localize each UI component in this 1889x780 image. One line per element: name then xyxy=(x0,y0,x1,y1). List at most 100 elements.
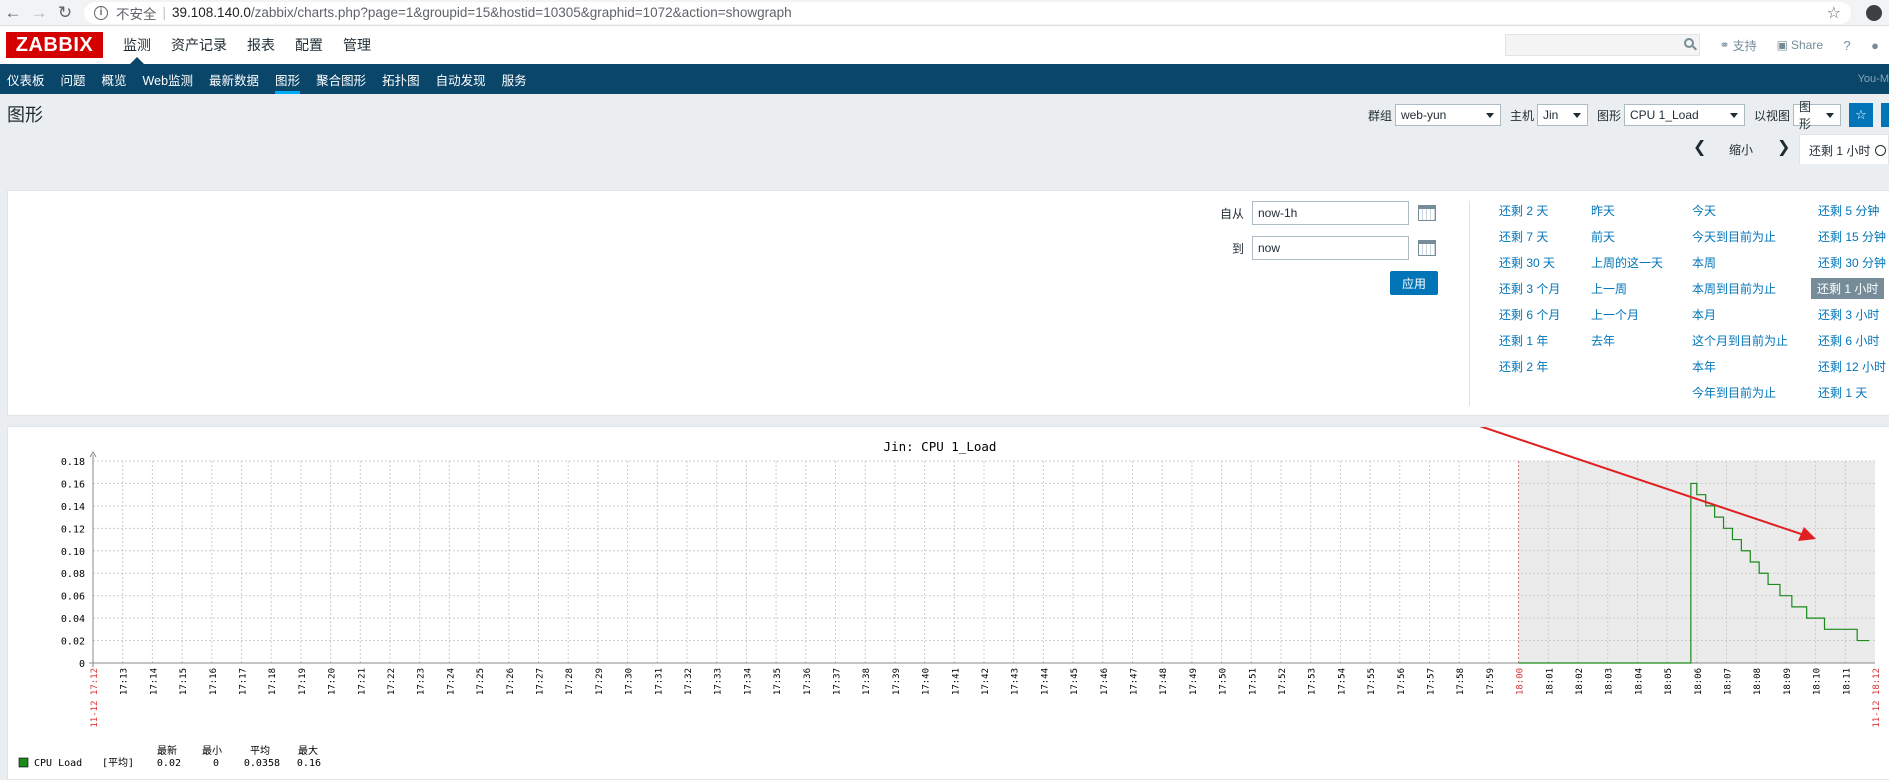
x-tick-label: 18:07 xyxy=(1724,668,1734,695)
to-input[interactable]: now xyxy=(1252,236,1409,260)
apply-button[interactable]: 应用 xyxy=(1390,271,1438,295)
x-tick-label: 17:54 xyxy=(1337,668,1347,695)
host-label: 主机 xyxy=(1509,108,1534,123)
quick-range[interactable]: 还剩 12 小时 xyxy=(1818,358,1886,375)
quick-range[interactable]: 还剩 6 个月 xyxy=(1499,306,1560,323)
from-label: 自从 xyxy=(1219,206,1244,221)
menu-inventory[interactable]: 资产记录 xyxy=(161,26,237,64)
subnav-dashboard[interactable]: 仪表板 xyxy=(0,64,53,94)
share-link[interactable]: ▣ Share xyxy=(1777,38,1823,52)
graph-panel: 17:13 17:14 17:15 17:16 17:17 17:18 17:19 17:20… xyxy=(7,426,1889,780)
time-tab-active[interactable]: 还剩 1 小时 xyxy=(1799,134,1889,164)
quick-range[interactable]: 还剩 6 小时 xyxy=(1818,332,1879,349)
back-icon[interactable]: ← xyxy=(0,0,26,26)
quick-range[interactable]: 今年到目前为止 xyxy=(1692,384,1776,401)
quick-range[interactable]: 今天到目前为止 xyxy=(1692,228,1776,245)
x-tick-label: 17:22 xyxy=(387,668,397,695)
quick-range[interactable]: 还剩 7 天 xyxy=(1499,228,1548,245)
calendar-icon[interactable] xyxy=(1418,240,1436,256)
forward-icon[interactable]: → xyxy=(26,0,52,26)
x-tick-label: 17:24 xyxy=(446,668,456,695)
x-tick-label: 18:03 xyxy=(1605,668,1615,695)
quick-range[interactable]: 还剩 2 天 xyxy=(1499,202,1548,219)
x-tick-label: 17:20 xyxy=(328,668,338,695)
quick-range[interactable]: 本周到目前为止 xyxy=(1692,280,1776,297)
quick-range[interactable]: 这个月到目前为止 xyxy=(1692,332,1788,349)
y-tick-label: 0.12 xyxy=(61,524,85,535)
zabbix-logo[interactable]: ZABBIX xyxy=(6,32,103,58)
menu-reports[interactable]: 报表 xyxy=(237,26,285,64)
quick-range[interactable]: 还剩 3 小时 xyxy=(1818,306,1879,323)
subnav-services[interactable]: 服务 xyxy=(494,64,535,94)
headset-icon: ⚭ xyxy=(1719,38,1730,52)
x-tick-label: 17:14 xyxy=(149,668,159,695)
x-tick-label: 17:53 xyxy=(1308,668,1318,695)
url-path: /zabbix/charts.php?page=1&groupid=15&hos… xyxy=(250,5,792,20)
bookmark-star-icon[interactable]: ☆ xyxy=(1827,3,1841,23)
subnav-latest-data[interactable]: 最新数据 xyxy=(201,64,267,94)
quick-range[interactable]: 还剩 3 个月 xyxy=(1499,280,1560,297)
x-start-label: 11-12 17:12 xyxy=(90,668,100,728)
from-input[interactable]: now-1h xyxy=(1252,201,1409,225)
menu-configuration[interactable]: 配置 xyxy=(285,26,333,64)
favorite-star-icon[interactable]: ☆ xyxy=(1849,103,1873,127)
search-input[interactable] xyxy=(1505,35,1699,55)
cpu-load-graph[interactable]: 17:13 17:14 17:15 17:16 17:17 17:18 17:19 17:20… xyxy=(8,427,1889,780)
fullscreen-button[interactable] xyxy=(1881,103,1889,127)
legend-header-max: 最大 xyxy=(298,744,318,757)
reload-icon[interactable]: ↻ xyxy=(52,0,78,26)
quick-range-selected[interactable]: 还剩 1 小时 xyxy=(1811,278,1885,299)
quick-range[interactable]: 还剩 15 分钟 xyxy=(1818,228,1886,245)
x-tick-label: 18:06 xyxy=(1694,668,1704,695)
quick-range[interactable]: 本周 xyxy=(1692,254,1716,271)
x-tick-label: 18:11 xyxy=(1842,668,1852,695)
host-select[interactable]: Jin xyxy=(1536,104,1588,126)
time-next-chevron-icon[interactable]: ❯ xyxy=(1777,137,1790,157)
info-icon[interactable]: i xyxy=(94,5,108,20)
address-bar[interactable]: i 不安全 | 39.108.140.0 /zabbix/charts.php?… xyxy=(84,1,1851,24)
quick-range[interactable]: 还剩 1 天 xyxy=(1818,384,1867,401)
quick-range[interactable]: 还剩 30 天 xyxy=(1499,254,1555,271)
quick-range[interactable]: 上一周 xyxy=(1591,280,1627,297)
subnav-maps[interactable]: 拓扑图 xyxy=(374,64,428,94)
support-label: 支持 xyxy=(1732,38,1757,53)
quick-range[interactable]: 上周的这一天 xyxy=(1591,254,1663,271)
zoom-out-button[interactable]: 缩小 xyxy=(1729,141,1753,158)
x-tick-label: 17:23 xyxy=(417,668,427,695)
quick-range[interactable]: 还剩 1 年 xyxy=(1499,332,1548,349)
graph-select[interactable]: CPU 1_Load xyxy=(1623,104,1745,126)
menu-monitoring[interactable]: 监测 xyxy=(113,26,161,64)
quick-range[interactable]: 今天 xyxy=(1692,202,1716,219)
subnav-web[interactable]: Web监测 xyxy=(135,64,201,94)
help-icon[interactable]: ? xyxy=(1833,38,1861,53)
quick-range[interactable]: 去年 xyxy=(1591,332,1615,349)
time-prev-chevron-icon[interactable]: ❮ xyxy=(1693,137,1706,157)
subnav-overview[interactable]: 概览 xyxy=(94,64,135,94)
subnav-discovery[interactable]: 自动发现 xyxy=(428,64,494,94)
quick-range[interactable]: 前天 xyxy=(1591,228,1615,245)
profile-avatar-icon[interactable] xyxy=(1859,4,1889,21)
x-tick-label: 18:01 xyxy=(1545,668,1555,695)
user-profile-icon[interactable]: ● xyxy=(1861,38,1889,53)
group-select[interactable]: web-yun xyxy=(1394,104,1501,126)
x-tick-label: 17:32 xyxy=(684,668,694,695)
subnav-graphs[interactable]: 图形 xyxy=(267,64,308,94)
quick-range[interactable]: 上一个月 xyxy=(1591,306,1639,323)
insecure-label: 不安全 xyxy=(116,6,157,22)
calendar-icon[interactable] xyxy=(1418,205,1436,221)
search-icon[interactable] xyxy=(1683,38,1694,48)
url-separator: | xyxy=(162,5,167,20)
view-select[interactable]: 图形 xyxy=(1793,100,1841,131)
quick-range[interactable]: 本年 xyxy=(1692,358,1716,375)
menu-administration[interactable]: 管理 xyxy=(333,26,381,64)
quick-range[interactable]: 昨天 xyxy=(1591,202,1615,219)
x-tick-label: 17:44 xyxy=(1040,668,1050,695)
quick-range[interactable]: 还剩 30 分钟 xyxy=(1818,254,1886,271)
subnav-problems[interactable]: 问题 xyxy=(53,64,94,94)
support-link[interactable]: ⚭ 支持 xyxy=(1720,37,1757,54)
x-tick-label: 17:58 xyxy=(1456,668,1466,695)
quick-range[interactable]: 还剩 2 年 xyxy=(1499,358,1548,375)
quick-range[interactable]: 本月 xyxy=(1692,306,1716,323)
quick-range[interactable]: 还剩 5 分钟 xyxy=(1818,202,1879,219)
subnav-screens[interactable]: 聚合图形 xyxy=(308,64,374,94)
